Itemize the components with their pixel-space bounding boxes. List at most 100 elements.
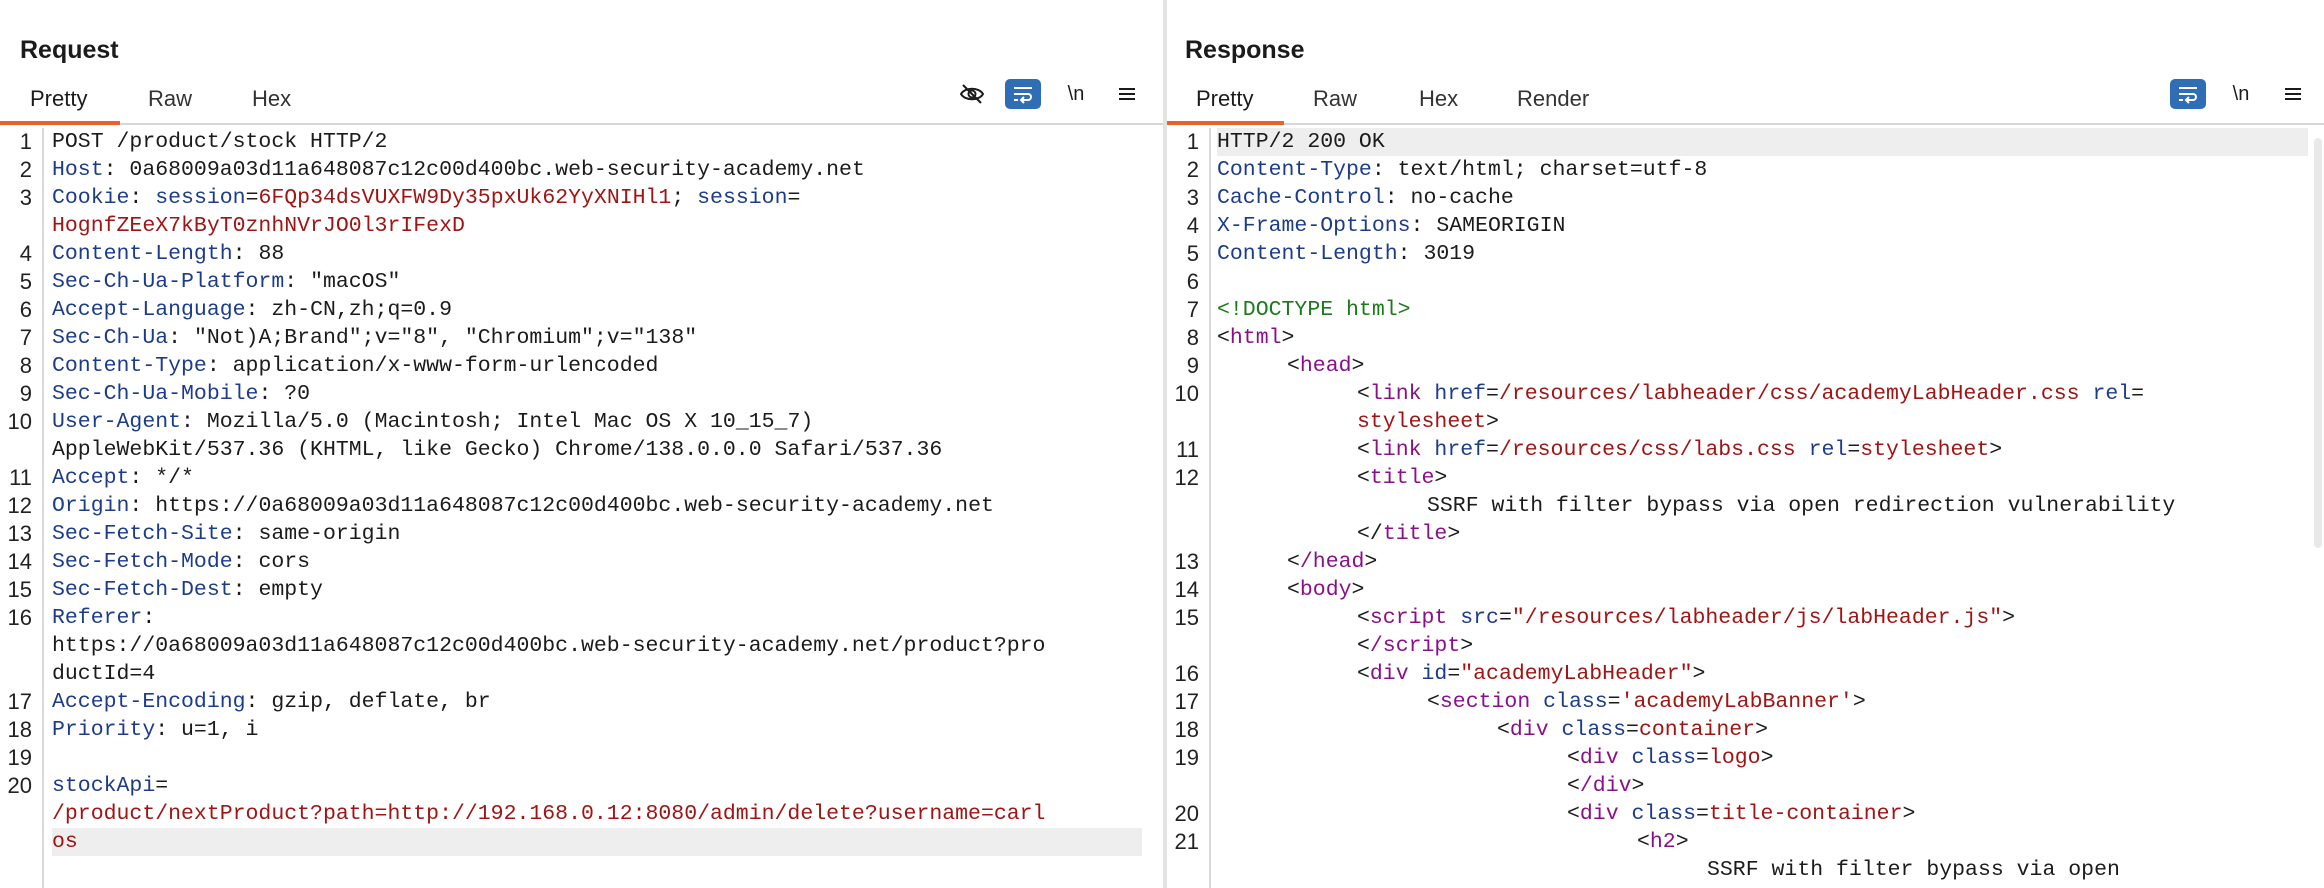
code-line: 20 stockApi=/product/nextProduct?path=htt…: [0, 772, 1163, 856]
cookie-name: session: [155, 186, 246, 210]
request-tab-pretty[interactable]: Pretty: [30, 86, 87, 112]
line-number: 1: [1186, 129, 1199, 154]
code-line: 13 </head>: [1167, 548, 2324, 576]
code-line: 21 <h2> SSRF with filter bypass via open: [1167, 828, 2324, 884]
body-param-name: stockApi: [52, 774, 156, 798]
header-name: Sec-Fetch-Mode: [52, 550, 233, 574]
line-number: 17: [1174, 689, 1199, 714]
code-line: 10 User-Agent: Mozilla/5.0 (Macintosh; In…: [0, 408, 1163, 464]
line-number: 7: [19, 325, 32, 350]
header-value: application/x-www-form-urlencoded: [232, 354, 659, 378]
request-editor[interactable]: 1 POST /product/stock HTTP/2 2 Host: 0a680…: [0, 128, 1163, 888]
line-number: 20: [7, 773, 32, 798]
code-line: 5 Content-Length: 3019: [1167, 240, 2324, 268]
header-value: "macOS": [310, 270, 401, 294]
attr-name: rel: [1808, 438, 1848, 462]
header-name: Referer: [52, 606, 143, 630]
body-param-value-continued: os: [52, 830, 78, 854]
hide-nonprintable-button[interactable]: [954, 79, 990, 109]
request-tab-hex[interactable]: Hex: [252, 86, 291, 112]
show-newlines-button[interactable]: \n: [2223, 79, 2259, 109]
attr-value: /resources/css/labs.css: [1498, 438, 1796, 462]
attr-value: stylesheet: [1860, 438, 1990, 462]
code-line: 14 Sec-Fetch-Mode: cors: [0, 548, 1163, 576]
line-number: 3: [19, 185, 32, 210]
header-value: u=1, i: [181, 718, 259, 742]
html-tag: /div: [1579, 774, 1632, 798]
status-line: HTTP/2 200 OK: [1217, 130, 1385, 154]
request-menu-button[interactable]: [1109, 79, 1145, 109]
header-name: Accept-Language: [52, 298, 246, 322]
hamburger-menu-icon: [2285, 88, 2301, 100]
response-tab-raw[interactable]: Raw: [1313, 86, 1357, 112]
header-value: zh-CN,zh;q=0.9: [271, 298, 452, 322]
line-number: 7: [1186, 297, 1199, 322]
attr-name: id: [1421, 662, 1448, 686]
html-tag: title: [1369, 466, 1435, 490]
line-number: 10: [7, 409, 32, 434]
show-newlines-button[interactable]: \n: [1058, 79, 1094, 109]
attr-value: "academyLabHeader": [1460, 662, 1693, 686]
attr-name: href: [1434, 382, 1487, 406]
code-line: 4 X-Frame-Options: SAMEORIGIN: [1167, 212, 2324, 240]
response-tab-render[interactable]: Render: [1517, 86, 1589, 112]
line-number: 6: [19, 297, 32, 322]
response-title: Response: [1185, 36, 1305, 64]
code-line: 15 Sec-Fetch-Dest: empty: [0, 576, 1163, 604]
code-line: 12 <title> SSRF with filter bypass via ope…: [1167, 464, 2324, 548]
line-number: 2: [1186, 157, 1199, 182]
header-name: Origin: [52, 494, 130, 518]
line-number: 8: [1186, 325, 1199, 350]
header-name: Accept: [52, 466, 130, 490]
response-editor[interactable]: 1 HTTP/2 200 OK 2 Content-Type: text/html;…: [1167, 128, 2324, 888]
line-number: 6: [1186, 269, 1199, 294]
line-number: 2: [19, 157, 32, 182]
line-number: 5: [1186, 241, 1199, 266]
vertical-scrollbar[interactable]: [2314, 138, 2322, 548]
code-line: 7 <!DOCTYPE html>: [1167, 296, 2324, 324]
html-tag: div: [1579, 802, 1619, 826]
line-number: 19: [7, 745, 32, 770]
line-number: 8: [19, 353, 32, 378]
line-number: 11: [1176, 437, 1199, 462]
line-number: 12: [7, 493, 32, 518]
attr-name: class: [1631, 802, 1697, 826]
request-tab-raw[interactable]: Raw: [148, 86, 192, 112]
header-name: Sec-Fetch-Site: [52, 522, 233, 546]
code-line: 1 POST /product/stock HTTP/2: [0, 128, 1163, 156]
header-name: Host: [52, 158, 104, 182]
html-tag: link: [1369, 438, 1422, 462]
title-text: SSRF with filter bypass via open redirec…: [1427, 494, 2176, 518]
code-line: 10 <link href=/resources/labheader/css/ac…: [1167, 380, 2324, 436]
eye-slash-icon: [959, 84, 985, 104]
code-line: 3 Cache-Control: no-cache: [1167, 184, 2324, 212]
html-tag: div: [1579, 746, 1619, 770]
header-value: Mozilla/5.0 (Macintosh; Intel Mac OS X 1…: [206, 410, 814, 434]
attr-name: class: [1561, 718, 1627, 742]
response-pane: Response Pretty Raw Hex Render \n 1 HTTP/…: [1167, 0, 2324, 888]
code-line: 16 <div id="academyLabHeader">: [1167, 660, 2324, 688]
attr-name: src: [1460, 606, 1499, 630]
header-value-continued: ductId=4: [52, 662, 156, 686]
header-name: User-Agent: [52, 410, 182, 434]
line-number: 4: [1186, 213, 1199, 238]
response-tab-pretty[interactable]: Pretty: [1196, 86, 1253, 112]
code-line: 11 Accept: */*: [0, 464, 1163, 492]
code-line: 20 <div class=title-container>: [1167, 800, 2324, 828]
attr-value: 'academyLabBanner': [1620, 690, 1853, 714]
header-value-continued: AppleWebKit/537.36 (KHTML, like Gecko) C…: [52, 438, 943, 462]
line-number: 16: [1174, 661, 1199, 686]
request-line: POST /product/stock HTTP/2: [52, 130, 388, 154]
code-line: 4 Content-Length: 88: [0, 240, 1163, 268]
wrap-lines-button[interactable]: [1005, 79, 1041, 109]
response-tab-hex[interactable]: Hex: [1419, 86, 1458, 112]
code-line: 18 Priority: u=1, i: [0, 716, 1163, 744]
html-tag: link: [1369, 382, 1422, 406]
header-value: https://0a68009a03d11a648087c12c00d400bc…: [52, 634, 1046, 658]
code-line: 5 Sec-Ch-Ua-Platform: "macOS": [0, 268, 1163, 296]
header-name: Content-Length: [52, 242, 233, 266]
response-menu-button[interactable]: [2275, 79, 2311, 109]
wrap-lines-button[interactable]: [2170, 79, 2206, 109]
cookie-name: session: [697, 186, 788, 210]
code-line: 18 <div class=container>: [1167, 716, 2324, 744]
